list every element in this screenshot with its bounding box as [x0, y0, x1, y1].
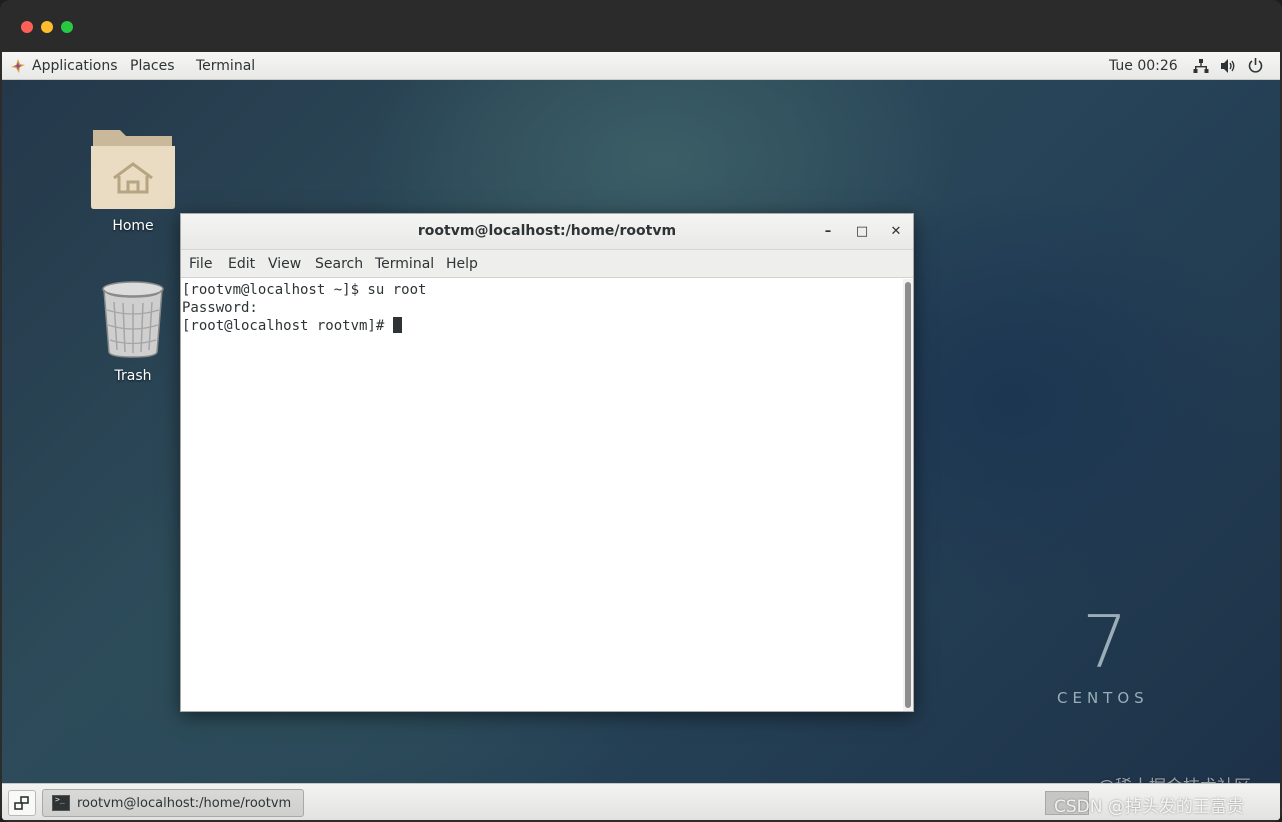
minimize-window-button[interactable] [41, 21, 53, 33]
host-window-titlebar [0, 0, 1282, 52]
trash-icon [102, 281, 164, 358]
show-desktop-icon [14, 796, 29, 810]
menu-file[interactable]: File [189, 256, 212, 272]
gnome-top-bar: Applications Places Terminal Tue 00:26 [2, 52, 1280, 80]
terminal-window-title: rootvm@localhost:/home/rootvm [417, 223, 677, 239]
taskbar-terminal-item[interactable]: rootvm@localhost:/home/rootvm [42, 789, 304, 817]
applications-menu[interactable]: Applications [32, 57, 118, 75]
terminal-scrollbar[interactable] [903, 279, 913, 711]
terminal-menubar: File Edit View Search Terminal Help [181, 250, 913, 278]
trash-label: Trash [114, 368, 152, 384]
centos-brand-text: CENTOS [1057, 689, 1149, 707]
scrollbar-thumb[interactable] [905, 282, 911, 708]
terminal-line: Password: [182, 300, 258, 316]
terminal-output[interactable]: [rootvm@localhost ~]$ su root Password: … [181, 279, 903, 711]
clock[interactable]: Tue 00:26 [1109, 57, 1178, 75]
minimize-button[interactable]: – [819, 223, 837, 241]
show-desktop-button[interactable] [8, 790, 36, 816]
desktop-icon-trash[interactable]: Trash [83, 280, 183, 384]
terminal-app-menu[interactable]: Terminal [196, 57, 255, 75]
terminal-prompt-line: [root@localhost rootvm]# [182, 317, 903, 335]
terminal-icon [52, 795, 70, 811]
places-menu[interactable]: Places [130, 57, 175, 75]
desktop-icon-home[interactable]: Home [83, 126, 183, 234]
terminal-titlebar[interactable]: rootvm@localhost:/home/rootvm – □ ✕ [181, 214, 913, 250]
taskbar-item-label: rootvm@localhost:/home/rootvm [77, 796, 292, 811]
centos-version-number: 7 [1082, 600, 1128, 684]
volume-icon[interactable] [1220, 58, 1237, 74]
home-folder-icon [91, 130, 175, 209]
menu-search[interactable]: Search [315, 256, 363, 272]
network-icon[interactable] [1193, 58, 1209, 74]
menu-terminal[interactable]: Terminal [375, 256, 434, 272]
terminal-window[interactable]: rootvm@localhost:/home/rootvm – □ ✕ File… [180, 213, 914, 712]
menu-view[interactable]: View [268, 256, 301, 272]
watermark-line-2: CSDN @掉头发的王富贵 [1054, 797, 1244, 817]
terminal-prompt: [root@localhost rootvm]# [182, 318, 393, 334]
close-window-button[interactable] [21, 21, 33, 33]
close-button[interactable]: ✕ [887, 223, 905, 241]
menu-edit[interactable]: Edit [228, 256, 255, 272]
macos-window-frame: Applications Places Terminal Tue 00:26 H… [0, 0, 1282, 822]
applications-icon [11, 59, 25, 73]
watermark-line-1: @稀土掘金技术社区 [1098, 772, 1251, 783]
bottom-taskbar: rootvm@localhost:/home/rootvm CSDN @掉头发的… [2, 783, 1280, 820]
terminal-cursor [392, 317, 402, 333]
menu-help[interactable]: Help [446, 256, 478, 272]
terminal-line: [rootvm@localhost ~]$ su root [182, 282, 427, 298]
power-icon[interactable] [1247, 57, 1264, 74]
zoom-window-button[interactable] [61, 21, 73, 33]
maximize-button[interactable]: □ [853, 223, 871, 241]
home-label: Home [112, 218, 154, 234]
